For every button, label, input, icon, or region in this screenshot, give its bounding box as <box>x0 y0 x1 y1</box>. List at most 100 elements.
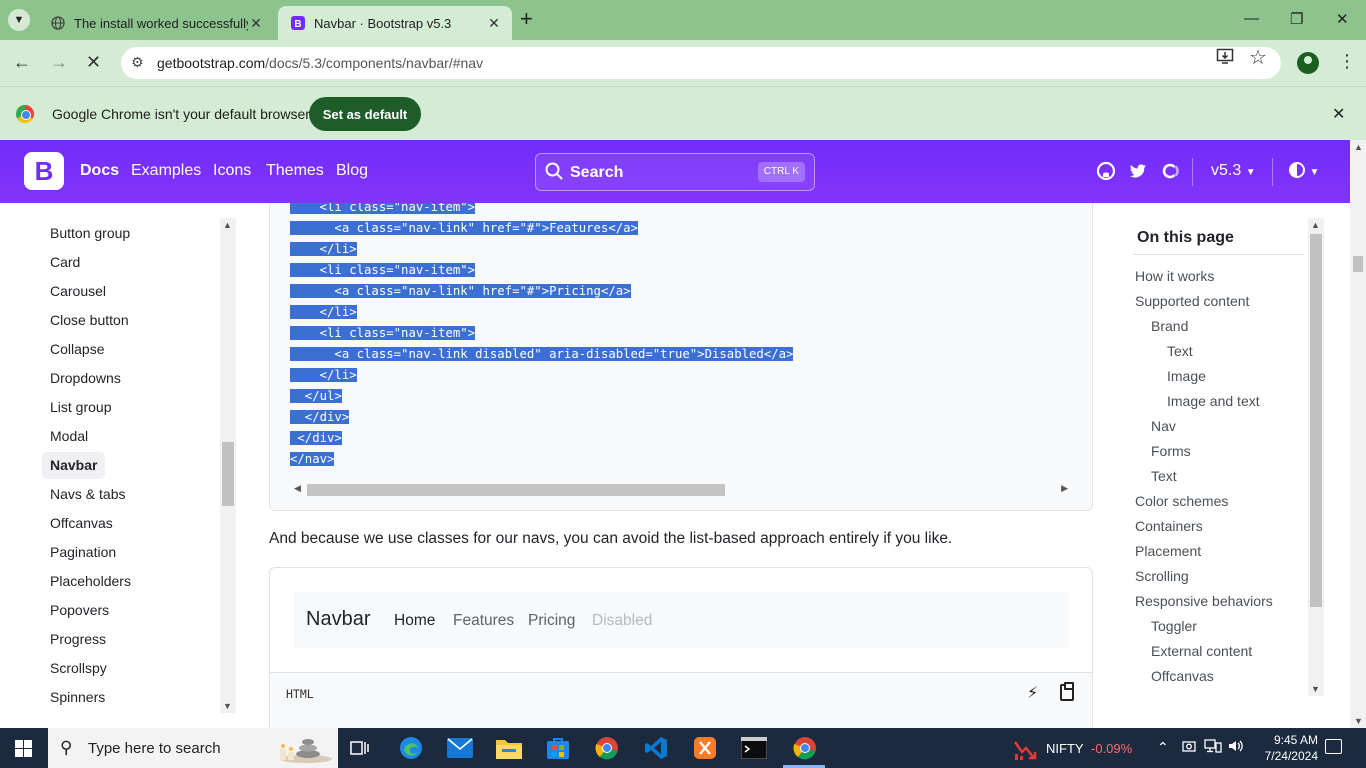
notification-center-icon[interactable] <box>1325 739 1342 754</box>
vscode-icon[interactable] <box>642 734 670 762</box>
network-icon[interactable] <box>1204 739 1222 756</box>
demo-link-pricing[interactable]: Pricing <box>528 612 575 630</box>
restore-icon[interactable]: ❐ <box>1290 10 1303 28</box>
toc-link[interactable]: Responsive behaviors <box>1135 593 1273 609</box>
sidebar-item[interactable]: Spinners <box>42 684 113 711</box>
nav-link-docs[interactable]: Docs <box>80 162 119 180</box>
sidebar-item[interactable]: Progress <box>42 626 114 653</box>
code-horizontal-scrollbar[interactable]: ◀ ▶ <box>290 481 1072 497</box>
sidebar-item[interactable]: Placeholders <box>42 568 139 595</box>
scrollbar-thumb[interactable] <box>1310 234 1322 607</box>
edge-icon[interactable] <box>397 734 425 762</box>
mail-icon[interactable] <box>446 734 474 762</box>
toc-link[interactable]: Brand <box>1151 318 1188 334</box>
toc-link[interactable]: Offcanvas <box>1151 668 1214 684</box>
github-icon[interactable] <box>1096 161 1116 181</box>
sidebar-scrollbar[interactable]: ▲ ▼ <box>220 218 236 713</box>
lightning-icon[interactable]: ⚡︎ <box>1027 683 1038 703</box>
toc-link[interactable]: Text <box>1151 468 1177 484</box>
scrollbar-thumb[interactable] <box>1353 256 1363 272</box>
sidebar-item[interactable]: Close button <box>42 307 137 334</box>
chrome-menu-icon[interactable]: ⋮ <box>1338 51 1356 72</box>
sidebar-item[interactable]: List group <box>42 394 119 421</box>
docs-search-button[interactable]: Search CTRL K <box>535 153 815 191</box>
back-arrow-icon[interactable]: ← <box>13 52 31 73</box>
install-app-icon[interactable] <box>1216 47 1234 70</box>
version-dropdown[interactable]: v5.3 ▼ <box>1211 162 1256 180</box>
close-icon[interactable]: ✕ <box>248 15 264 32</box>
set-as-default-button[interactable]: Set as default <box>309 97 421 131</box>
bookmark-star-icon[interactable]: ☆ <box>1249 45 1267 70</box>
forward-arrow-icon[interactable]: → <box>50 52 68 73</box>
toc-link[interactable]: Image and text <box>1167 393 1260 409</box>
sidebar-item[interactable]: Navbar <box>42 452 106 479</box>
sidebar-item[interactable]: Modal <box>42 423 96 450</box>
nav-link-themes[interactable]: Themes <box>266 162 324 180</box>
scroll-down-icon[interactable]: ▼ <box>223 701 232 711</box>
demo-link-home[interactable]: Home <box>394 612 435 630</box>
task-view-icon[interactable] <box>346 734 374 762</box>
toc-link[interactable]: How it works <box>1135 268 1214 284</box>
microsoft-store-icon[interactable] <box>544 734 572 762</box>
toc-link[interactable]: Text <box>1167 343 1193 359</box>
xampp-icon[interactable] <box>691 734 719 762</box>
scroll-right-icon[interactable]: ▶ <box>1061 483 1068 494</box>
address-bar[interactable]: ⚙ getbootstrap.com/docs/5.3/components/n… <box>121 47 1281 79</box>
sidebar-item[interactable]: Dropdowns <box>42 365 129 392</box>
clipboard-icon[interactable] <box>1060 682 1074 701</box>
close-icon[interactable]: ✕ <box>486 15 502 32</box>
system-clock[interactable]: 9:45 AM 7/24/2024 <box>1258 732 1318 764</box>
sidebar-item[interactable]: Collapse <box>42 336 112 363</box>
toc-link[interactable]: Nav <box>1151 418 1176 434</box>
show-hidden-icons-chevron-up-icon[interactable]: ⌃ <box>1157 739 1169 756</box>
bootstrap-logo[interactable]: B <box>24 152 64 190</box>
tab-search-button[interactable]: ▼ <box>8 9 30 31</box>
demo-navbar-brand[interactable]: Navbar <box>306 608 370 631</box>
scroll-left-icon[interactable]: ◀ <box>294 483 301 494</box>
nav-link-icons[interactable]: Icons <box>213 162 251 180</box>
scrollbar-thumb[interactable] <box>222 442 234 506</box>
toc-link[interactable]: Color schemes <box>1135 493 1228 509</box>
minimize-icon[interactable]: — <box>1244 10 1259 27</box>
toc-link[interactable]: Placement <box>1135 543 1201 559</box>
scroll-up-icon[interactable]: ▲ <box>1311 220 1320 230</box>
sidebar-item[interactable]: Carousel <box>42 278 114 305</box>
chrome-icon[interactable] <box>593 734 621 762</box>
sidebar-item[interactable]: Offcanvas <box>42 510 121 537</box>
opencollective-icon[interactable] <box>1160 161 1180 181</box>
chrome-active-icon[interactable] <box>789 734 821 762</box>
volume-icon[interactable] <box>1228 739 1244 756</box>
camera-icon[interactable] <box>1182 739 1196 756</box>
profile-avatar[interactable] <box>1297 52 1319 74</box>
toc-link[interactable]: Image <box>1167 368 1206 384</box>
window-close-icon[interactable]: ✕ <box>1336 10 1349 28</box>
toc-scrollbar[interactable]: ▲ ▼ <box>1308 218 1324 696</box>
twitter-icon[interactable] <box>1128 161 1148 181</box>
toc-link[interactable]: Supported content <box>1135 293 1249 309</box>
page-scrollbar[interactable]: ▲ ▼ <box>1350 140 1366 728</box>
stop-loading-icon[interactable]: ✕ <box>86 52 101 73</box>
scroll-up-icon[interactable]: ▲ <box>1354 142 1363 152</box>
windows-start-icon[interactable] <box>15 740 32 757</box>
close-icon[interactable]: ✕ <box>1332 104 1345 124</box>
toc-link[interactable]: Scrolling <box>1135 568 1189 584</box>
nav-link-blog[interactable]: Blog <box>336 162 368 180</box>
sidebar-item[interactable]: Popovers <box>42 597 117 624</box>
tab-install-worked[interactable]: The install worked successfully! ✕ <box>38 6 274 40</box>
sidebar-item[interactable]: Pagination <box>42 539 124 566</box>
toc-link[interactable]: Forms <box>1151 443 1191 459</box>
scrollbar-thumb[interactable] <box>307 484 725 496</box>
toc-link[interactable]: Containers <box>1135 518 1203 534</box>
terminal-icon[interactable] <box>740 734 768 762</box>
toc-link[interactable]: External content <box>1151 643 1252 659</box>
stock-chart-icon[interactable] <box>1014 738 1038 760</box>
site-info-icon[interactable]: ⚙ <box>131 54 144 71</box>
nav-link-examples[interactable]: Examples <box>131 162 201 180</box>
sidebar-item[interactable]: Card <box>42 249 88 276</box>
sidebar-item[interactable]: Scrollspy <box>42 655 115 682</box>
file-explorer-icon[interactable] <box>495 734 523 762</box>
taskbar-search-box[interactable]: ⚲ Type here to search <box>48 728 338 768</box>
sidebar-item[interactable]: Navs & tabs <box>42 481 133 508</box>
scroll-up-icon[interactable]: ▲ <box>223 220 232 230</box>
toc-link[interactable]: Toggler <box>1151 618 1197 634</box>
